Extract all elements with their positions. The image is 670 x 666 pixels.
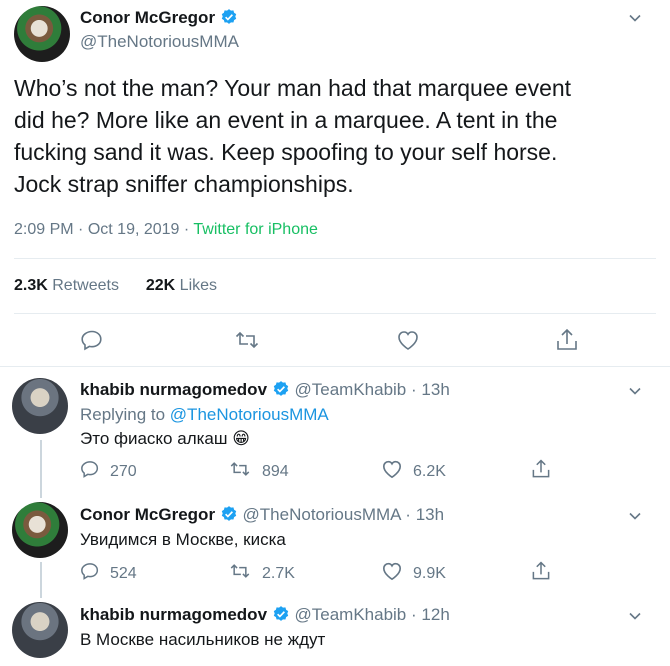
tweet-meta: 2:09 PM · Oct 19, 2019 · Twitter for iPh… [14, 221, 318, 239]
author-name[interactable]: Conor McGregor [80, 505, 215, 524]
thread-line [40, 562, 42, 598]
retweet-action[interactable]: 2.7K [228, 561, 295, 586]
retweets-label: Retweets [52, 277, 119, 294]
reply-text: Это фиаско алкаш 😁 [80, 429, 250, 448]
chevron-down-icon[interactable] [627, 608, 643, 629]
author-handle[interactable]: @TeamKhabib [295, 605, 407, 624]
tweet-text-line: Who’s not the man? Your man had that mar… [14, 75, 572, 101]
reply-action[interactable]: 270 [80, 459, 137, 484]
verified-icon [220, 8, 238, 31]
likes-count: 22K [145, 277, 176, 294]
tweet-text-line: fucking sand it was. Keep spoofing to yo… [14, 139, 558, 165]
share-action[interactable] [530, 560, 552, 587]
reply-text: Увидимся в Москве, киска [80, 530, 286, 549]
thread-line [40, 440, 42, 498]
reply-time[interactable]: 13h [416, 505, 444, 524]
tweet-source[interactable]: Twitter for iPhone [193, 221, 318, 238]
likes-label: Likes [179, 277, 218, 294]
retweets-count: 2.3K [14, 277, 48, 294]
reply-time[interactable]: 13h [421, 380, 449, 399]
chevron-down-icon[interactable] [627, 508, 643, 529]
share-icon [530, 458, 552, 485]
retweet-count: 2.7K [262, 564, 295, 582]
tweet-date[interactable]: Oct 19, 2019 [88, 221, 180, 238]
author-name[interactable]: khabib nurmagomedov [80, 380, 267, 399]
share-icon[interactable] [555, 327, 579, 358]
replying-to-prefix: Replying to [80, 405, 166, 424]
tweet-text: Who’s not the man? Your man had that mar… [14, 72, 654, 200]
separator: · [405, 505, 411, 524]
separator: · [411, 605, 417, 624]
avatar[interactable] [12, 378, 68, 434]
author-name[interactable]: Conor McGregor [80, 8, 215, 27]
chevron-down-icon[interactable] [627, 383, 643, 404]
reply-count: 524 [110, 564, 137, 582]
retweet-icon [228, 561, 252, 586]
divider [14, 258, 656, 259]
retweet-icon [228, 459, 252, 484]
author-handle[interactable]: @TeamKhabib [295, 380, 407, 399]
reply-time[interactable]: 12h [421, 605, 449, 624]
like-action[interactable]: 9.9K [381, 561, 446, 586]
reply-action[interactable]: 524 [80, 561, 137, 586]
reply-count: 270 [110, 462, 137, 480]
tweet-time[interactable]: 2:09 PM [14, 221, 74, 238]
reply-text: В Москве насильников не ждут [80, 630, 326, 649]
retweets-stat[interactable]: 2.3K Retweets [14, 277, 119, 294]
avatar[interactable] [14, 6, 70, 62]
tweet-text-line: did he? More like an event in a marquee.… [14, 107, 558, 133]
reply-icon [80, 459, 100, 484]
avatar[interactable] [12, 502, 68, 558]
separator: · [78, 221, 84, 238]
author-name[interactable]: khabib nurmagomedov [80, 605, 267, 624]
retweet-action[interactable]: 894 [228, 459, 289, 484]
like-count: 9.9K [413, 564, 446, 582]
author-row: Conor McGregor [80, 8, 238, 31]
heart-icon [381, 459, 403, 484]
heart-icon[interactable] [396, 329, 420, 356]
retweet-count: 894 [262, 462, 289, 480]
tweet-stats: 2.3K Retweets 22K Likes [14, 277, 217, 295]
reply-icon[interactable] [80, 328, 104, 357]
reply-icon [80, 561, 100, 586]
retweet-icon[interactable] [234, 328, 260, 357]
reply-header: Conor McGregor @TheNotoriousMMA · 13h [80, 505, 444, 528]
tweet-text-line: Jock strap sniffer championships. [14, 171, 354, 197]
verified-icon [272, 380, 290, 403]
divider [0, 366, 670, 367]
chevron-down-icon[interactable] [627, 10, 643, 31]
verified-icon [272, 605, 290, 628]
separator: · [411, 380, 417, 399]
avatar[interactable] [12, 602, 68, 658]
replying-to-handle[interactable]: @TheNotoriousMMA [170, 405, 329, 424]
like-count: 6.2K [413, 462, 446, 480]
share-icon [530, 560, 552, 587]
divider [14, 313, 656, 314]
author-handle[interactable]: @TheNotoriousMMA [243, 505, 401, 524]
reply-header: khabib nurmagomedov @TeamKhabib · 13h [80, 380, 450, 403]
replying-to: Replying to @TheNotoriousMMA [80, 405, 329, 425]
likes-stat[interactable]: 22K Likes [146, 277, 217, 294]
separator: · [183, 221, 190, 238]
reply-header: khabib nurmagomedov @TeamKhabib · 12h [80, 605, 450, 628]
author-handle[interactable]: @TheNotoriousMMA [80, 32, 239, 52]
verified-icon [220, 505, 238, 528]
share-action[interactable] [530, 458, 552, 485]
like-action[interactable]: 6.2K [381, 459, 446, 484]
heart-icon [381, 561, 403, 586]
